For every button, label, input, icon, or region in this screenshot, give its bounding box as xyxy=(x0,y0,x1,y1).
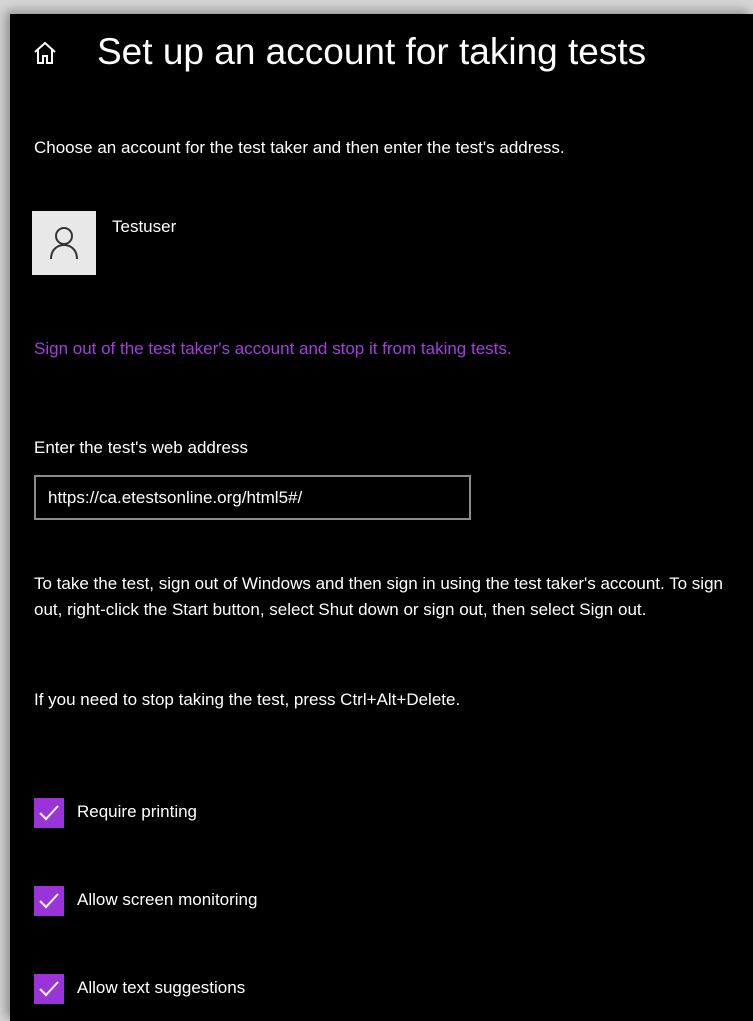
allow-screen-monitoring-option[interactable]: Allow screen monitoring xyxy=(34,884,434,916)
account-tile[interactable]: Testuser xyxy=(32,211,432,275)
allow-text-suggestions-label: Allow text suggestions xyxy=(77,978,246,997)
require-printing-option[interactable]: Require printing xyxy=(34,796,434,828)
require-printing-checkbox[interactable] xyxy=(34,798,64,828)
test-url-input[interactable] xyxy=(34,475,471,520)
settings-window: Set up an account for taking tests Choos… xyxy=(10,14,753,1021)
checkmark-icon xyxy=(39,805,59,821)
page-header: Set up an account for taking tests xyxy=(10,24,753,84)
account-name: Testuser xyxy=(112,217,177,236)
allow-screen-monitoring-label: Allow screen monitoring xyxy=(77,890,258,909)
sign-out-test-account-link[interactable]: Sign out of the test taker's account and… xyxy=(34,337,512,361)
home-icon[interactable] xyxy=(32,40,58,66)
allow-screen-monitoring-checkbox[interactable] xyxy=(34,886,64,916)
checkmark-icon xyxy=(39,893,59,909)
require-printing-label: Require printing xyxy=(77,802,198,821)
allow-text-suggestions-checkbox[interactable] xyxy=(34,974,64,1004)
stop-test-note: If you need to stop taking the test, pre… xyxy=(34,690,461,709)
intro-text: Choose an account for the test taker and… xyxy=(34,138,565,157)
allow-text-suggestions-option[interactable]: Allow text suggestions xyxy=(34,972,434,1004)
page-title: Set up an account for taking tests xyxy=(97,31,647,72)
checkmark-icon xyxy=(39,981,59,997)
url-field-label: Enter the test's web address xyxy=(34,438,248,457)
sign-out-instructions: To take the test, sign out of Windows an… xyxy=(34,574,723,619)
avatar xyxy=(32,211,96,275)
